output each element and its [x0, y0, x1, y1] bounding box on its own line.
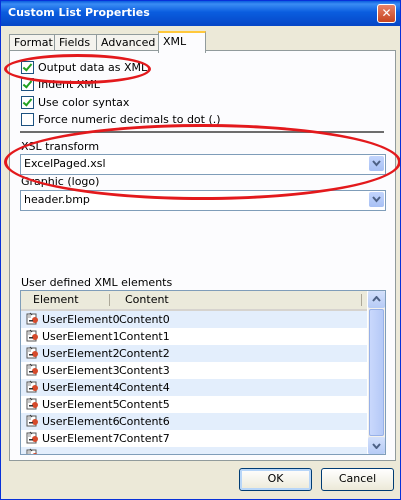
- content-cell: Content0: [119, 313, 170, 326]
- table-row[interactable]: UserElement2 Content2: [21, 345, 367, 362]
- column-header-element[interactable]: Element: [33, 293, 79, 306]
- table-row[interactable]: UserElement5 Content5: [21, 396, 367, 413]
- element-cell: UserElement1: [42, 330, 120, 343]
- content-cell: Content5: [119, 398, 170, 411]
- user-elements-label: User defined XML elements: [21, 276, 173, 289]
- dialog-window: Custom List Properties ✕ Format Fields A…: [0, 0, 401, 500]
- table-row[interactable]: UserElement1 Content1: [21, 328, 367, 345]
- element-cell: UserElement3: [42, 364, 120, 377]
- key-icon: [26, 397, 40, 414]
- checkbox-label: Indent XML: [38, 77, 100, 91]
- user-elements-list[interactable]: Element Content UserElement0 Content0 User…: [20, 290, 386, 455]
- chevron-down-icon[interactable]: [369, 192, 384, 207]
- close-button[interactable]: ✕: [377, 4, 396, 23]
- scroll-up-button[interactable]: [368, 291, 385, 308]
- separator: [20, 131, 384, 133]
- table-row[interactable]: UserElement6 Content6: [21, 413, 367, 430]
- key-icon: [26, 346, 40, 363]
- checkbox-box[interactable]: [21, 112, 34, 126]
- indent-xml-checkbox[interactable]: Indent XML: [21, 77, 100, 91]
- content-cell: Content6: [119, 415, 170, 428]
- vertical-scrollbar[interactable]: [368, 291, 385, 454]
- force-decimal-checkbox[interactable]: Force numeric decimals to dot (.): [21, 112, 221, 126]
- xsl-transform-value: ExcelPaged.xsl: [24, 157, 106, 170]
- content-cell: Content3: [119, 364, 170, 377]
- color-syntax-checkbox[interactable]: Use color syntax: [21, 95, 129, 109]
- key-icon: [26, 380, 40, 397]
- list-header: Element Content: [21, 291, 367, 311]
- key-icon: [26, 431, 40, 448]
- element-cell: UserElement6: [42, 415, 120, 428]
- xml-tab-panel: Output data as XML Indent XML Use color …: [9, 50, 396, 461]
- checkbox-box[interactable]: [21, 60, 34, 74]
- element-cell: UserElement7: [42, 432, 120, 445]
- scroll-thumb[interactable]: [369, 309, 384, 436]
- table-row-partial: [21, 447, 367, 454]
- content-cell: Content7: [119, 432, 170, 445]
- content-cell: Content1: [119, 330, 170, 343]
- graphic-logo-select[interactable]: header.bmp: [20, 190, 386, 211]
- close-icon: ✕: [381, 6, 392, 20]
- key-icon: [26, 448, 40, 454]
- table-row[interactable]: UserElement0 Content0: [21, 311, 367, 328]
- graphic-logo-label: Graphic (logo): [21, 175, 100, 188]
- checkbox-label: Output data as XML: [38, 60, 148, 74]
- output-xml-checkbox[interactable]: Output data as XML: [21, 60, 147, 74]
- column-header-content[interactable]: Content: [125, 293, 169, 306]
- checkbox-box[interactable]: [21, 95, 34, 109]
- tab-xml[interactable]: XML: [158, 31, 206, 53]
- checkbox-label: Force numeric decimals to dot (.): [38, 112, 221, 126]
- key-icon: [26, 414, 40, 431]
- title-bar[interactable]: Custom List Properties ✕: [1, 1, 400, 26]
- window-title: Custom List Properties: [8, 6, 150, 19]
- element-cell: UserElement5: [42, 398, 120, 411]
- element-cell: UserElement0: [42, 313, 120, 326]
- cancel-button[interactable]: Cancel: [321, 468, 394, 491]
- element-cell: UserElement4: [42, 381, 120, 394]
- key-icon: [26, 363, 40, 380]
- element-cell: UserElement2: [42, 347, 120, 360]
- checkbox-label: Use color syntax: [38, 95, 130, 109]
- column-divider[interactable]: [361, 294, 362, 306]
- graphic-logo-value: header.bmp: [24, 193, 90, 206]
- checkbox-box[interactable]: [21, 77, 34, 91]
- xsl-transform-select[interactable]: ExcelPaged.xsl: [20, 154, 386, 175]
- key-icon: [26, 312, 40, 329]
- table-row[interactable]: UserElement7 Content7: [21, 430, 367, 447]
- key-icon: [26, 329, 40, 346]
- content-cell: Content2: [119, 347, 170, 360]
- content-cell: Content4: [119, 381, 170, 394]
- column-divider[interactable]: [109, 294, 110, 306]
- ok-button[interactable]: OK: [239, 468, 312, 491]
- chevron-down-icon[interactable]: [369, 156, 384, 171]
- scroll-down-button[interactable]: [368, 437, 385, 454]
- xsl-transform-label: XSL transform: [21, 140, 100, 153]
- table-row[interactable]: UserElement4 Content4: [21, 379, 367, 396]
- table-row[interactable]: UserElement3 Content3: [21, 362, 367, 379]
